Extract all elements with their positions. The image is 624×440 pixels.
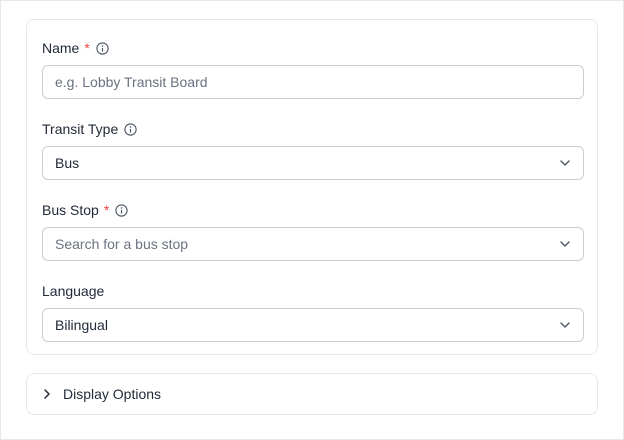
display-options-toggle[interactable]: Display Options <box>26 373 598 415</box>
name-input[interactable] <box>55 74 571 90</box>
bus-stop-label-row: Bus Stop * <box>42 200 584 220</box>
display-options-title: Display Options <box>63 386 162 402</box>
transit-type-field: Transit Type Bus <box>42 119 584 181</box>
required-asterisk: * <box>84 40 90 56</box>
transit-type-value: Bus <box>55 155 80 171</box>
bus-stop-search-select[interactable]: Search for a bus stop <box>42 227 584 261</box>
bus-stop-field: Bus Stop * Search for a bus stop <box>42 200 584 262</box>
bus-stop-label: Bus Stop <box>42 202 99 218</box>
name-input-wrapper <box>42 65 584 99</box>
language-select[interactable]: Bilingual <box>42 308 584 342</box>
chevron-down-icon <box>559 238 571 250</box>
info-icon[interactable] <box>124 122 137 136</box>
name-label: Name <box>42 40 80 56</box>
required-asterisk: * <box>103 202 110 218</box>
transit-type-label: Transit Type <box>42 121 119 137</box>
chevron-down-icon <box>559 319 571 331</box>
transit-type-select[interactable]: Bus <box>42 146 584 180</box>
chevron-down-icon <box>559 157 571 169</box>
language-field: Language Bilingual <box>42 281 584 343</box>
bus-stop-placeholder: Search for a bus stop <box>55 236 189 252</box>
chevron-right-icon <box>41 388 53 400</box>
info-icon[interactable] <box>115 203 128 217</box>
info-icon[interactable] <box>96 41 109 55</box>
name-label-row: Name * <box>42 38 584 58</box>
language-label-row: Language <box>42 281 584 301</box>
name-field: Name * <box>42 38 584 100</box>
page-frame: Name * Transit Type <box>0 0 624 440</box>
language-label: Language <box>42 283 105 299</box>
settings-card: Name * Transit Type <box>26 19 598 355</box>
language-value: Bilingual <box>55 317 108 333</box>
transit-type-label-row: Transit Type <box>42 119 584 139</box>
